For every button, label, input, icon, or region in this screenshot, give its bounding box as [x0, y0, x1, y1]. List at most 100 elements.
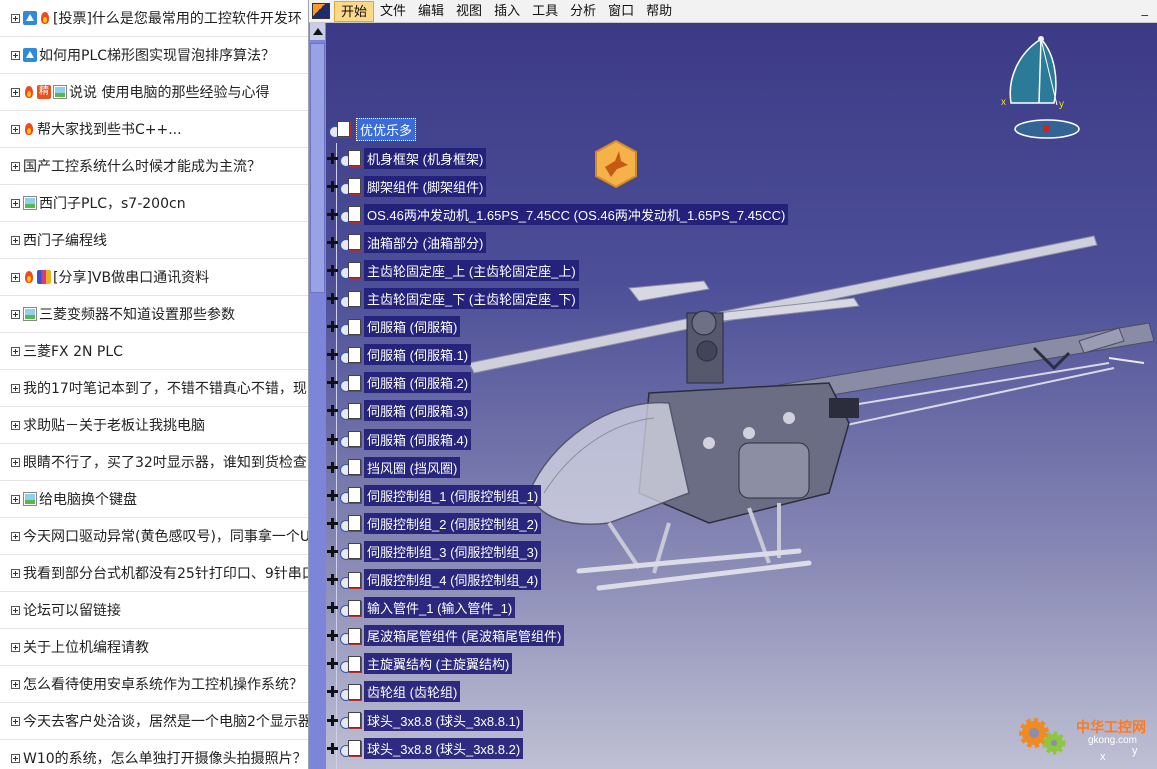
expand-plus-icon[interactable] [11, 50, 20, 60]
forum-thread-title[interactable]: 西门子编程线 [23, 230, 107, 250]
tree-node[interactable]: 主齿轮固定座_下 (主齿轮固定座_下) [327, 288, 579, 309]
tree-node[interactable]: 伺服箱 (伺服箱.3) [327, 400, 472, 422]
expand-plus-icon[interactable] [11, 494, 20, 504]
forum-thread-row[interactable]: 今天网口驱动异常(黄色感叹号)，同事拿一个U [0, 518, 308, 555]
expand-plus-icon[interactable] [327, 321, 338, 333]
expand-plus-icon[interactable] [327, 152, 338, 164]
expand-plus-icon[interactable] [327, 236, 338, 248]
tree-node-label[interactable]: 尾波箱尾管组件 (尾波箱尾管组件) [364, 625, 565, 647]
expand-plus-icon[interactable] [327, 377, 338, 389]
forum-thread-title[interactable]: W10的系统，怎么单独打开摄像头拍摄照片？ [23, 748, 307, 768]
forum-thread-title[interactable]: 今天去客户处洽谈，居然是一个电脑2个显示器 [23, 711, 308, 731]
forum-thread-row[interactable]: 论坛可以留链接 [0, 592, 308, 629]
forum-thread-title[interactable]: 西门子PLC，s7-200cn [39, 193, 186, 213]
tree-node-label[interactable]: 球头_3x8.8 (球头_3x8.8.1) [364, 709, 524, 731]
tree-node[interactable]: 球头_3x8.8 (球头_3x8.8.2) [327, 737, 524, 759]
forum-thread-row[interactable]: 西门子编程线 [0, 222, 308, 259]
expand-plus-icon[interactable] [11, 605, 20, 615]
tree-root-label[interactable]: 优优乐多 [356, 117, 417, 141]
forum-thread-row[interactable]: 给电脑换个键盘 [0, 481, 308, 518]
expand-plus-icon[interactable] [327, 293, 338, 304]
forum-thread-row[interactable]: 如何用PLC梯形图实现冒泡排序算法？ [0, 37, 308, 74]
tree-node[interactable]: 尾波箱尾管组件 (尾波箱尾管组件) [327, 625, 565, 647]
forum-thread-row[interactable]: 怎么看待使用安卓系统作为工控机操作系统？ [0, 666, 308, 703]
tree-node-label[interactable]: 伺服箱 (伺服箱.1) [364, 344, 472, 366]
expand-plus-icon[interactable] [327, 461, 338, 473]
forum-thread-title[interactable]: 关于上位机编程请教 [23, 637, 149, 657]
catia-logo-icon[interactable] [312, 3, 330, 19]
tree-node-label[interactable]: 伺服控制组_4 (伺服控制组_4) [364, 569, 542, 590]
tree-node-label[interactable]: 脚架组件 (脚架组件) [364, 175, 487, 197]
expand-plus-icon[interactable] [327, 208, 338, 220]
tree-node-label[interactable]: OS.46两冲发动机_1.65PS_7.45CC (OS.46两冲发动机_1.6… [364, 203, 789, 225]
tree-node-label[interactable]: 伺服控制组_2 (伺服控制组_2) [364, 512, 542, 534]
forum-thread-row[interactable]: [投票]什么是您最常用的工控软件开发环 [0, 0, 308, 37]
expand-plus-icon[interactable] [11, 346, 20, 356]
forum-thread-row[interactable]: 精 说说 使用电脑的那些经验与心得 [0, 74, 308, 111]
forum-thread-row[interactable]: 眼睛不行了，买了32吋显示器，谁知到货检查 [0, 444, 308, 481]
menu-analysis[interactable]: 分析 [564, 1, 602, 22]
expand-plus-icon[interactable] [327, 630, 338, 642]
tree-node[interactable]: 脚架组件 (脚架组件) [327, 175, 487, 197]
tree-node-label[interactable]: 主齿轮固定座_上 (主齿轮固定座_上) [364, 259, 579, 281]
expand-plus-icon[interactable] [11, 272, 20, 282]
forum-thread-title[interactable]: 国产工控系统什么时候才能成为主流？ [23, 156, 261, 176]
menu-insert[interactable]: 插入 [488, 1, 526, 22]
forum-thread-title[interactable]: 帮大家找到些书C++... [37, 119, 182, 139]
forum-thread-title[interactable]: 如何用PLC梯形图实现冒泡排序算法？ [39, 45, 275, 65]
forum-thread-title[interactable]: 三菱FX 2N PLC [23, 341, 123, 361]
expand-plus-icon[interactable] [11, 87, 20, 97]
tree-node-label[interactable]: 齿轮组 (齿轮组) [364, 681, 461, 703]
tree-node[interactable]: 伺服控制组_4 (伺服控制组_4) [327, 569, 542, 590]
forum-thread-row[interactable]: 我的17吋笔记本到了，不错不错真心不错，现 [0, 370, 308, 407]
expand-plus-icon[interactable] [327, 405, 338, 417]
expand-plus-icon[interactable] [11, 420, 20, 430]
tree-node-label[interactable]: 机身框架 (机身框架) [364, 147, 487, 169]
forum-thread-row[interactable]: 求助贴－关于老板让我挑电脑 [0, 407, 308, 444]
expand-plus-icon[interactable] [11, 13, 20, 23]
forum-thread-title[interactable]: 今天网口驱动异常(黄色感叹号)，同事拿一个U [23, 526, 308, 546]
forum-thread-title[interactable]: 给电脑换个键盘 [39, 489, 137, 509]
expand-plus-icon[interactable] [11, 642, 20, 652]
menu-edit[interactable]: 编辑 [412, 1, 450, 22]
menu-tools[interactable]: 工具 [526, 1, 564, 22]
expand-plus-icon[interactable] [327, 517, 338, 529]
forum-thread-title[interactable]: 眼睛不行了，买了32吋显示器，谁知到货检查 [23, 452, 307, 472]
tree-node-label[interactable]: 伺服箱 (伺服箱) [364, 316, 461, 338]
tree-node[interactable]: 伺服控制组_1 (伺服控制组_1) [327, 484, 542, 506]
menu-start[interactable]: 开始 [334, 0, 375, 22]
expand-plus-icon[interactable] [11, 161, 20, 171]
expand-plus-icon[interactable] [11, 235, 20, 245]
tree-node-label[interactable]: 输入管件_1 (输入管件_1) [364, 597, 516, 619]
tree-node[interactable]: OS.46两冲发动机_1.65PS_7.45CC (OS.46两冲发动机_1.6… [327, 203, 789, 225]
tree-node-label[interactable]: 伺服控制组_3 (伺服控制组_3) [364, 540, 542, 562]
tree-node[interactable]: 球头_3x8.8 (球头_3x8.8.1) [327, 709, 524, 731]
expand-plus-icon[interactable] [327, 658, 338, 670]
expand-plus-icon[interactable] [11, 568, 20, 578]
tree-node[interactable]: 伺服箱 (伺服箱.2) [327, 372, 472, 394]
tree-node[interactable]: 伺服箱 (伺服箱) [327, 316, 461, 338]
expand-plus-icon[interactable] [11, 457, 20, 467]
expand-plus-icon[interactable] [327, 545, 338, 557]
expand-plus-icon[interactable] [11, 679, 20, 689]
expand-plus-icon[interactable] [327, 686, 338, 698]
tree-node-label[interactable]: 主旋翼结构 (主旋翼结构) [364, 653, 513, 675]
tree-node[interactable]: 伺服控制组_2 (伺服控制组_2) [327, 512, 542, 534]
expand-plus-icon[interactable] [11, 753, 20, 763]
forum-thread-row[interactable]: 西门子PLC，s7-200cn [0, 185, 308, 222]
expand-plus-icon[interactable] [327, 180, 338, 192]
tree-node[interactable]: 伺服控制组_3 (伺服控制组_3) [327, 540, 542, 562]
expand-plus-icon[interactable] [11, 198, 20, 208]
tree-node[interactable]: 伺服箱 (伺服箱.1) [327, 344, 472, 366]
forum-thread-title[interactable]: [分享]VB做串口通讯资料 [53, 267, 209, 287]
expand-plus-icon[interactable] [327, 574, 338, 585]
expand-plus-icon[interactable] [11, 383, 20, 393]
forum-thread-row[interactable]: 我看到部分台式机都没有25针打印口、9针串口 [0, 555, 308, 592]
tree-node[interactable]: 输入管件_1 (输入管件_1) [327, 597, 516, 619]
forum-thread-row[interactable]: 三菱变频器不知道设置那些参数 [0, 296, 308, 333]
forum-thread-row[interactable]: 三菱FX 2N PLC [0, 333, 308, 370]
tree-node[interactable]: 挡风圈 (挡风圈) [327, 456, 461, 478]
menu-view[interactable]: 视图 [450, 1, 488, 22]
forum-thread-title[interactable]: 怎么看待使用安卓系统作为工控机操作系统？ [23, 674, 303, 694]
forum-thread-title[interactable]: 论坛可以留链接 [23, 600, 121, 620]
